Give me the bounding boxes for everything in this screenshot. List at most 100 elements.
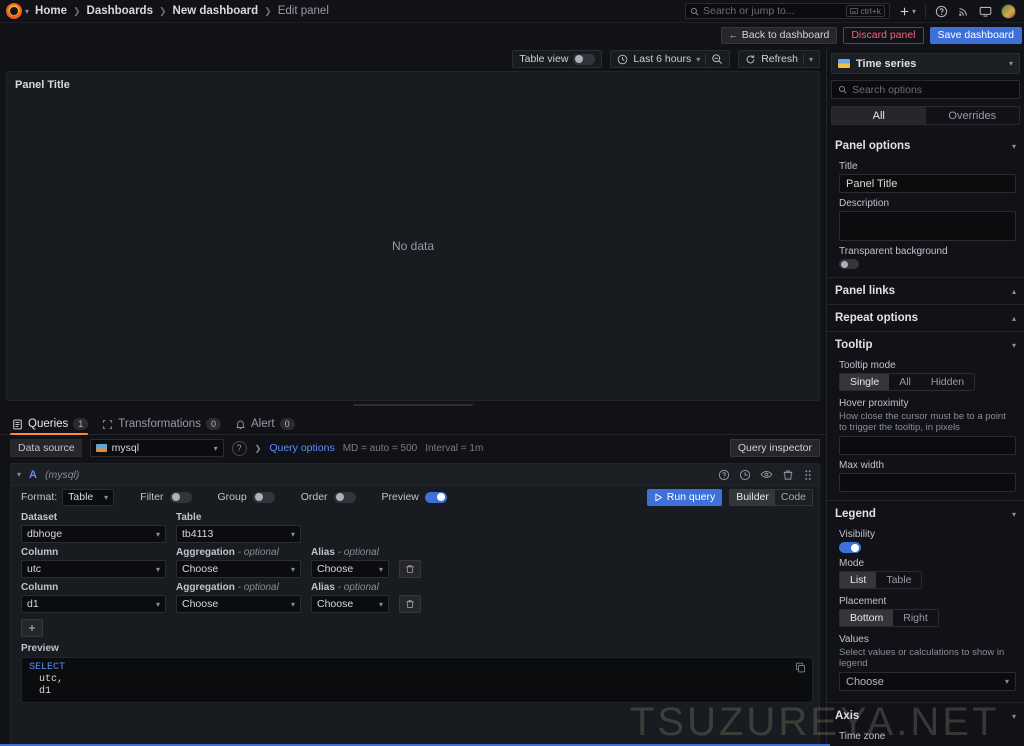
tooltip-mode-hidden[interactable]: Hidden [920, 374, 975, 390]
legend-placement-bottom[interactable]: Bottom [840, 610, 894, 626]
legend-header[interactable]: Legend ▾ [835, 508, 1016, 524]
visualization-picker[interactable]: Time series ▾ [831, 53, 1020, 74]
tooltip-mode-all[interactable]: All [889, 374, 921, 390]
remove-column-button[interactable] [399, 595, 421, 613]
legend-mode-label: Mode [839, 558, 865, 569]
breadcrumb-item-home[interactable]: Home [35, 5, 67, 17]
legend-visibility-toggle[interactable] [839, 542, 861, 553]
legend-mode-list[interactable]: List [840, 572, 877, 588]
tooltip-header[interactable]: Tooltip ▾ [835, 339, 1016, 355]
query-ref-id[interactable]: A [29, 469, 37, 481]
dataset-select[interactable]: dbhoge ▾ [21, 525, 166, 543]
column-select[interactable]: d1 ▾ [21, 595, 166, 613]
time-range-picker[interactable]: Last 6 hours ▾ [610, 50, 731, 68]
tab-alert[interactable]: Alert 0 [233, 418, 307, 434]
arrow-left-icon: ← [728, 30, 738, 40]
preview-toggle[interactable] [424, 491, 447, 503]
breadcrumb-item-edit-panel: Edit panel [277, 5, 329, 17]
drag-handle-icon[interactable] [803, 469, 813, 481]
grafana-logo-icon[interactable] [6, 3, 22, 19]
column-field: Column utc ▾ [21, 547, 166, 578]
chevron-down-icon[interactable]: ▾ [17, 470, 21, 479]
run-query-button[interactable]: Run query [646, 488, 723, 506]
table-select[interactable]: tb4113 ▾ [176, 525, 301, 543]
add-column-button[interactable]: + [21, 619, 43, 637]
tab-transformations[interactable]: Transformations 0 [100, 418, 233, 434]
search-shortcut-badge: ctrl+k [846, 5, 885, 17]
chevron-right-icon[interactable]: ❯ [255, 444, 262, 453]
code-mode-button[interactable]: Code [774, 489, 812, 505]
tab-all-options[interactable]: All [832, 107, 926, 124]
legend-placement-right[interactable]: Right [893, 610, 938, 626]
order-switch-group[interactable]: Order [301, 491, 356, 503]
copy-icon[interactable] [795, 662, 806, 673]
legend-values-select[interactable]: Choose ▾ [839, 672, 1016, 691]
trash-icon[interactable] [782, 469, 794, 481]
help-button[interactable] [935, 5, 948, 18]
aggregation-select[interactable]: Choose ▾ [176, 560, 301, 578]
panel-options-header[interactable]: Panel options ▾ [835, 140, 1016, 156]
chevron-down-icon: ▾ [911, 6, 916, 16]
panel-resize-handle[interactable] [6, 401, 820, 409]
max-width-label: Max width [839, 460, 885, 471]
query-history-icon[interactable] [739, 469, 751, 481]
sql-query-builder: Dataset dbhoge ▾ Table tb4113 ▾ Column u… [11, 508, 819, 745]
preview-switch-group[interactable]: Preview [382, 491, 447, 503]
table-view-toggle-group[interactable]: Table view [512, 50, 603, 68]
query-options-toggle[interactable]: Query options [269, 442, 334, 454]
panel-toolbar: Table view Last 6 hours ▾ Refresh ▾ [0, 47, 826, 71]
add-new-button[interactable]: ▾ [899, 6, 916, 17]
table-view-toggle[interactable] [573, 53, 596, 65]
group-toggle[interactable] [252, 491, 275, 503]
alias-label-text: Alias [311, 582, 335, 593]
breadcrumb-item-new-dashboard[interactable]: New dashboard [173, 5, 259, 17]
axis-header[interactable]: Axis ▾ [835, 710, 1016, 726]
eye-hide-icon[interactable] [760, 468, 773, 481]
builder-mode-button[interactable]: Builder [730, 489, 775, 505]
query-inspector-button[interactable]: Query inspector [729, 439, 820, 457]
discard-panel-button[interactable]: Discard panel [843, 26, 924, 44]
search-input[interactable]: Search or jump to... ctrl+k [684, 3, 890, 19]
save-dashboard-button[interactable]: Save dashboard [929, 26, 1022, 44]
options-scroll-area[interactable]: Panel options ▾ Title Panel Title Descri… [827, 125, 1024, 746]
tooltip-mode-single[interactable]: Single [840, 374, 890, 390]
tab-queries[interactable]: Queries 1 [10, 418, 100, 435]
zoom-out-icon[interactable] [711, 53, 723, 65]
aggregation-select[interactable]: Choose ▾ [176, 595, 301, 613]
datasource-picker[interactable]: mysql ▾ [89, 439, 224, 457]
chevron-down-icon[interactable]: ▾ [809, 55, 813, 64]
column-select[interactable]: utc ▾ [21, 560, 166, 578]
repeat-options-header[interactable]: Repeat options ▴ [835, 312, 1016, 331]
help-circle-icon[interactable] [718, 469, 730, 481]
filter-toggle[interactable] [169, 491, 192, 503]
panel-title-input[interactable]: Panel Title [839, 174, 1016, 193]
remove-column-button[interactable] [399, 560, 421, 578]
transparent-background-toggle[interactable] [839, 259, 859, 269]
alias-select[interactable]: Choose ▾ [311, 595, 389, 613]
group-switch-group[interactable]: Group [218, 491, 275, 503]
chevron-down-icon[interactable]: ▾ [25, 7, 29, 16]
tab-transformations-label: Transformations [118, 418, 201, 430]
format-select[interactable]: Table ▾ [62, 488, 115, 506]
panel-description-textarea[interactable] [839, 211, 1016, 241]
legend-visibility-label: Visibility [839, 529, 875, 540]
options-search-input[interactable]: Search options [831, 80, 1020, 99]
refresh-picker[interactable]: Refresh ▾ [738, 50, 820, 68]
options-search-placeholder: Search options [852, 83, 923, 96]
breadcrumb-item-dashboards[interactable]: Dashboards [87, 5, 153, 17]
panel-links-header[interactable]: Panel links ▴ [835, 285, 1016, 304]
back-to-dashboard-button[interactable]: ← Back to dashboard [720, 26, 838, 44]
queries-icon [13, 419, 22, 429]
order-toggle[interactable] [333, 491, 356, 503]
screenshot-button[interactable] [979, 5, 992, 18]
filter-switch-group[interactable]: Filter [140, 491, 192, 503]
news-button[interactable] [957, 5, 970, 18]
datasource-help-icon[interactable]: ? [231, 440, 247, 456]
max-width-input[interactable] [839, 473, 1016, 492]
chevron-up-icon: ▴ [1011, 313, 1016, 323]
avatar[interactable] [1001, 3, 1016, 19]
hover-proximity-input[interactable] [839, 436, 1016, 455]
legend-mode-table[interactable]: Table [876, 572, 922, 588]
tab-overrides[interactable]: Overrides [925, 107, 1019, 124]
alias-select[interactable]: Choose ▾ [311, 560, 389, 578]
